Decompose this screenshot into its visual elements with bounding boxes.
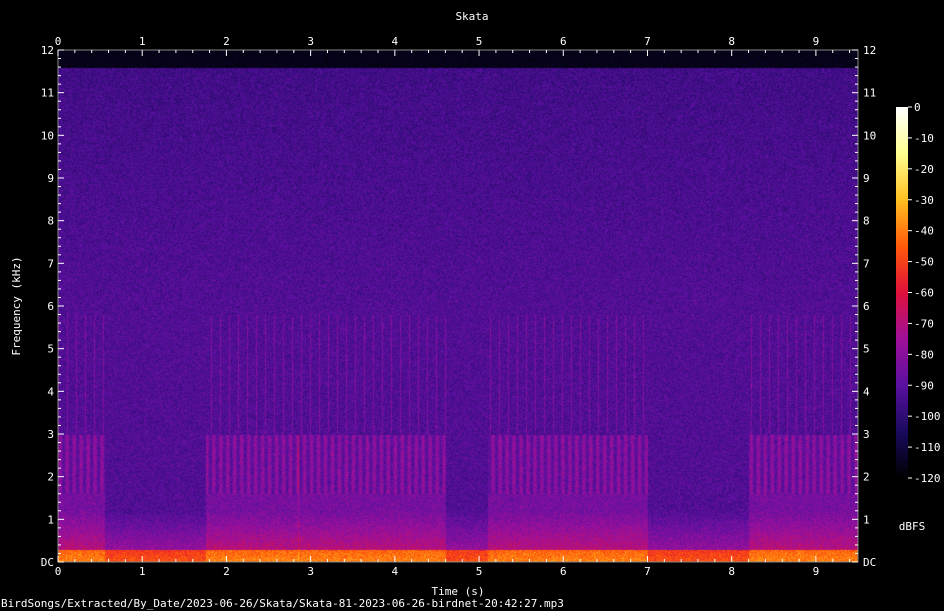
y-tick-label: 10 [41, 129, 54, 142]
colorbar-tick-label: -100 [914, 410, 941, 423]
y-axis-label: Frequency (kHz) [10, 256, 23, 355]
colorbar-ticks: 0 -10 -20 -30 -40 -50 -60 -70 -80 -90 -100 -110 -120 [908, 101, 941, 485]
y-tick-label: 11 [41, 87, 54, 100]
y-tick-label-right: 6 [863, 300, 870, 313]
spectrogram-plot-area [57, 49, 859, 563]
colorbar-tick-label: -30 [914, 194, 934, 207]
x-tick-label: 3 [307, 565, 314, 578]
x-tick-label: 2 [223, 565, 230, 578]
y-tick-label: 8 [47, 215, 54, 228]
colorbar-tick-label: 0 [914, 101, 921, 114]
y-tick-label: 12 [41, 44, 54, 57]
colorbar-gradient [896, 107, 908, 478]
colorbar-tick-label: -10 [914, 132, 934, 145]
x-tick-label-top: 2 [223, 35, 230, 48]
x-tick-label: 1 [139, 565, 146, 578]
y-tick-label-right: 1 [863, 513, 870, 526]
y-tick-label: 4 [47, 385, 54, 398]
colorbar-tick-label: -80 [914, 348, 934, 361]
y-tick-label-right: 3 [863, 428, 870, 441]
y-tick-label: DC [41, 556, 54, 569]
y-tick-label-right: 9 [863, 172, 870, 185]
y-tick-label: 6 [47, 300, 54, 313]
x-tick-label: 6 [560, 565, 567, 578]
y-tick-label: 9 [47, 172, 54, 185]
y-tick-label: 7 [47, 257, 54, 270]
x-tick-label: 8 [728, 565, 735, 578]
x-tick-label-top: 9 [813, 35, 820, 48]
colorbar-tick-label: -60 [914, 287, 934, 300]
y-tick-label-right: 12 [863, 44, 876, 57]
x-tick-label-top: 4 [392, 35, 399, 48]
x-tick-label: 5 [476, 565, 483, 578]
y-tick-label-right: 10 [863, 129, 876, 142]
y-tick-label-right: 5 [863, 343, 870, 356]
file-path-footer: BirdSongs/Extracted/By_Date/2023-06-26/S… [1, 597, 564, 610]
y-tick-label-right: 2 [863, 471, 870, 484]
x-tick-label-top: 6 [560, 35, 567, 48]
colorbar-tick-label: -70 [914, 317, 934, 330]
x-tick-label: 7 [644, 565, 651, 578]
y-tick-label-right: DC [863, 556, 876, 569]
colorbar-tick-label: -120 [914, 472, 941, 485]
y-tick-label-right: 8 [863, 215, 870, 228]
x-tick-label: 9 [813, 565, 820, 578]
y-tick-label: 2 [47, 471, 54, 484]
x-tick-label-top: 5 [476, 35, 483, 48]
colorbar-tick-label: -40 [914, 225, 934, 238]
colorbar-tick-label: -20 [914, 163, 934, 176]
colorbar: 0 -10 -20 -30 -40 -50 -60 -70 -80 -90 -100 -110 -120… [896, 101, 941, 533]
colorbar-tick-label: -50 [914, 256, 934, 269]
colorbar-label: dBFS [899, 520, 926, 533]
spectrogram-chart: Skata 0123456789 0123456789 DC1234567891… [1, 10, 941, 610]
y-tick-label-right: 4 [863, 385, 870, 398]
x-tick-label-top: 7 [644, 35, 651, 48]
x-tick-label-top: 8 [728, 35, 735, 48]
x-tick-label-top: 0 [55, 35, 62, 48]
colorbar-tick-label: -90 [914, 379, 934, 392]
spectrogram-canvas [58, 50, 858, 562]
chart-title: Skata [455, 10, 488, 23]
y-tick-label-right: 11 [863, 87, 876, 100]
x-tick-label: 4 [392, 565, 399, 578]
x-tick-label-top: 1 [139, 35, 146, 48]
y-tick-label-right: 7 [863, 257, 870, 270]
x-tick-label-top: 3 [307, 35, 314, 48]
x-tick-label: 0 [55, 565, 62, 578]
y-tick-label: 3 [47, 428, 54, 441]
y-tick-label: 1 [47, 513, 54, 526]
colorbar-tick-label: -110 [914, 441, 941, 454]
y-tick-label: 5 [47, 343, 54, 356]
